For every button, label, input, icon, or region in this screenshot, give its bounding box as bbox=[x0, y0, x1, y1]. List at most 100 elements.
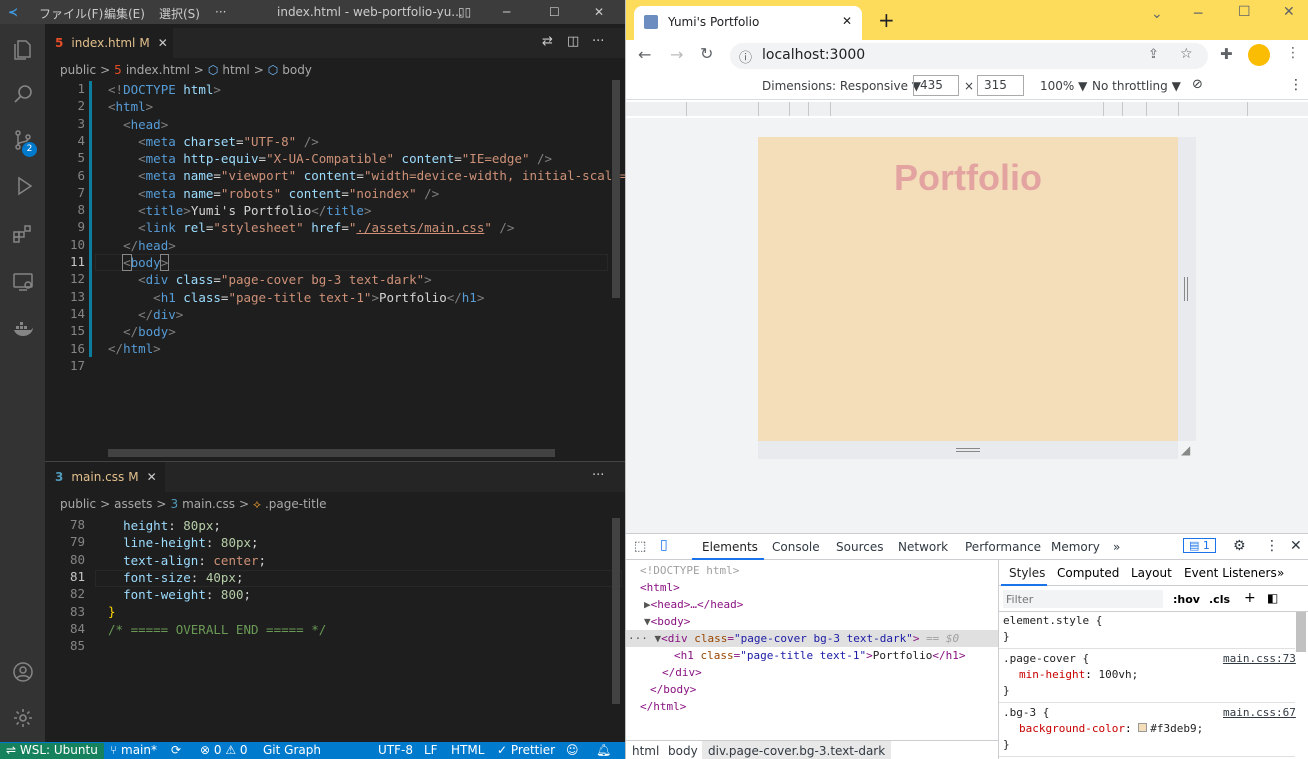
bottom-resize-handle[interactable] bbox=[758, 441, 1178, 459]
inspect-element-icon[interactable]: ⬚ bbox=[634, 539, 646, 554]
styles-scrollbar[interactable] bbox=[1296, 612, 1306, 652]
right-resize-handle[interactable] bbox=[1178, 137, 1196, 441]
sync-icon[interactable]: ⟳ bbox=[171, 743, 181, 757]
tab-main-css[interactable]: 3 main.css M ✕ bbox=[45, 462, 165, 492]
tab-memory[interactable]: Memory bbox=[1051, 540, 1100, 554]
rule-selector[interactable]: element.style { bbox=[1003, 614, 1102, 627]
tab-close-icon[interactable]: ✕ bbox=[158, 36, 168, 50]
reload-icon[interactable]: ↻ bbox=[700, 44, 713, 63]
tab-elements[interactable]: Elements bbox=[702, 540, 758, 554]
remote-indicator[interactable]: ⇌ WSL: Ubuntu bbox=[0, 743, 104, 759]
devtools-menu-icon[interactable]: ⋮ bbox=[1265, 538, 1279, 554]
css-source-code[interactable]: height: 80px; line-height: 80px; text-al… bbox=[108, 517, 326, 638]
tab-computed[interactable]: Computed bbox=[1057, 566, 1119, 580]
crumb-assets[interactable]: assets bbox=[114, 497, 152, 511]
height-input[interactable]: 315 bbox=[977, 75, 1024, 96]
dom-html-open[interactable]: <html> bbox=[640, 581, 680, 594]
problems-indicator[interactable]: ⊗ 0 ⚠ 0 bbox=[200, 743, 248, 757]
more-actions-icon[interactable]: ··· bbox=[592, 468, 604, 483]
browser-tab[interactable]: Yumi's Portfolio ✕ bbox=[634, 6, 862, 40]
git-graph-button[interactable]: Git Graph bbox=[263, 743, 321, 757]
close-button[interactable]: ✕ bbox=[1283, 4, 1295, 20]
tab-console[interactable]: Console bbox=[772, 540, 820, 554]
throttling-dropdown[interactable]: No throttling ▼ bbox=[1092, 79, 1181, 93]
bookmark-star-icon[interactable]: ☆ bbox=[1180, 46, 1193, 62]
styles-filter-input[interactable] bbox=[1003, 590, 1163, 608]
menu-more[interactable]: ··· bbox=[215, 5, 226, 19]
profile-avatar[interactable] bbox=[1248, 44, 1270, 66]
vertical-scrollbar[interactable] bbox=[612, 518, 620, 704]
settings-gear-icon[interactable] bbox=[0, 696, 45, 740]
device-options-icon[interactable]: ⋮ bbox=[1289, 77, 1303, 93]
device-toggle-icon[interactable]: ▯ bbox=[660, 537, 668, 553]
corner-resize-icon[interactable]: ◢ bbox=[1181, 443, 1190, 457]
split-editor-icon[interactable]: ◫ bbox=[567, 34, 579, 49]
maximize-button[interactable]: ☐ bbox=[1238, 4, 1251, 20]
rule-selector[interactable]: .bg-3 { bbox=[1003, 706, 1049, 719]
toggle-sidebar-icon[interactable]: ◧ bbox=[1267, 591, 1278, 605]
devtools-close-icon[interactable]: ✕ bbox=[1290, 538, 1302, 554]
remote-explorer-icon[interactable] bbox=[0, 260, 45, 304]
rule-selector[interactable]: .page-cover { bbox=[1003, 652, 1089, 665]
color-swatch[interactable] bbox=[1138, 723, 1148, 732]
tab-network[interactable]: Network bbox=[898, 540, 948, 554]
tab-event-listeners[interactable]: Event Listeners bbox=[1184, 566, 1277, 580]
maximize-button[interactable]: ☐ bbox=[549, 5, 560, 19]
dom-body-open[interactable]: ▼<body> bbox=[644, 615, 690, 628]
tab-layout[interactable]: Layout bbox=[1131, 566, 1172, 580]
rule-source-link[interactable]: main.css:73 bbox=[1223, 652, 1296, 665]
crumb-public[interactable]: public bbox=[60, 63, 96, 77]
rendered-page[interactable]: Portfolio bbox=[758, 137, 1178, 441]
rule-declaration[interactable]: background-color: #f3deb9; bbox=[1019, 722, 1203, 735]
eol-indicator[interactable]: LF bbox=[424, 743, 438, 757]
issues-badge[interactable]: ▤ 1 bbox=[1183, 538, 1216, 553]
menu-edit[interactable]: 編集(E) bbox=[104, 5, 145, 22]
search-icon[interactable] bbox=[0, 72, 45, 116]
open-changes-icon[interactable]: ⇄ bbox=[542, 34, 553, 49]
layout-icon[interactable]: ▯▯ bbox=[458, 5, 471, 19]
menu-file[interactable]: ファイル(F) bbox=[39, 5, 103, 22]
rule-source-link[interactable]: main.css:67 bbox=[1223, 706, 1296, 719]
minimize-button[interactable]: ─ bbox=[503, 5, 510, 19]
rule-declaration[interactable]: min-height: 100vh; bbox=[1019, 668, 1138, 681]
site-info-icon[interactable]: ⓘ bbox=[739, 47, 752, 66]
share-icon[interactable]: ⇪ bbox=[1148, 47, 1159, 62]
width-input[interactable]: 435 bbox=[913, 75, 959, 96]
horizontal-scrollbar[interactable] bbox=[108, 449, 555, 457]
tab-close-icon[interactable]: ✕ bbox=[147, 470, 157, 484]
encoding-indicator[interactable]: UTF-8 bbox=[378, 743, 413, 757]
explorer-icon[interactable] bbox=[0, 28, 45, 72]
html-source-code[interactable]: <!DOCTYPE html> <html> <head> <meta char… bbox=[108, 81, 625, 358]
address-bar[interactable]: ⓘ localhost:3000 ⇪ ☆ bbox=[730, 43, 1208, 69]
language-indicator[interactable]: HTML bbox=[451, 743, 484, 757]
crumb-body[interactable]: body bbox=[668, 744, 698, 758]
tab-index-html[interactable]: 5 index.html M ✕ bbox=[45, 28, 173, 58]
extensions-puzzle-icon[interactable]: ✚ bbox=[1220, 45, 1233, 63]
crumb-body[interactable]: body bbox=[282, 63, 312, 77]
new-tab-button[interactable]: + bbox=[878, 8, 895, 32]
feedback-icon[interactable]: ☺ bbox=[566, 743, 579, 757]
crumb-public[interactable]: public bbox=[60, 497, 96, 511]
dom-doctype[interactable]: <!DOCTYPE html> bbox=[640, 564, 739, 577]
tab-performance[interactable]: Performance bbox=[965, 540, 1041, 554]
crumb-main-css[interactable]: main.css bbox=[182, 497, 235, 511]
dom-div-selected[interactable]: ··· ▼<div class="page-cover bg-3 text-da… bbox=[628, 632, 959, 645]
tab-sources[interactable]: Sources bbox=[836, 540, 883, 554]
source-control-icon[interactable] bbox=[0, 118, 45, 162]
branch-indicator[interactable]: ⑂ main* bbox=[110, 743, 157, 757]
settings-gear-icon[interactable]: ⚙ bbox=[1233, 538, 1246, 554]
more-subtabs-button[interactable]: » bbox=[1277, 566, 1284, 580]
dom-h1[interactable]: <h1 class="page-title text-1">Portfolio<… bbox=[674, 649, 965, 662]
crumb-html[interactable]: html bbox=[632, 744, 659, 758]
back-arrow-icon[interactable]: ← bbox=[638, 45, 651, 64]
vertical-scrollbar[interactable] bbox=[612, 80, 620, 298]
forward-arrow-icon[interactable]: → bbox=[670, 45, 683, 64]
run-debug-icon[interactable] bbox=[0, 164, 45, 208]
dom-body-close[interactable]: </body> bbox=[650, 683, 696, 696]
crumb-page-title[interactable]: .page-title bbox=[265, 497, 327, 511]
tab-close-icon[interactable]: ✕ bbox=[842, 14, 852, 28]
dom-html-close[interactable]: </html> bbox=[640, 700, 686, 713]
more-tabs-button[interactable]: » bbox=[1113, 540, 1120, 554]
close-button[interactable]: ✕ bbox=[594, 5, 604, 19]
media-query-ruler[interactable] bbox=[626, 100, 1308, 118]
